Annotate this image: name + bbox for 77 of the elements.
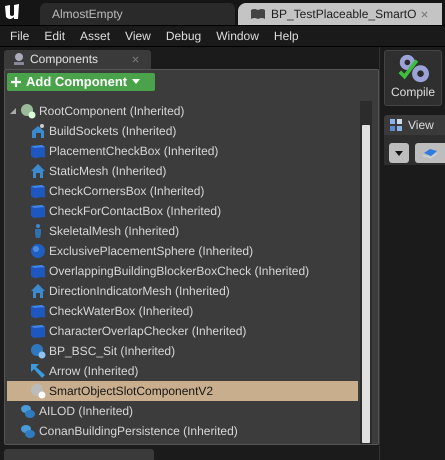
item-label: ConanBuildingPersistence (Inherited)	[39, 424, 238, 438]
arrow-icon	[30, 362, 46, 379]
tree-item[interactable]: Arrow (Inherited)	[7, 360, 358, 381]
cube-icon	[30, 322, 46, 339]
plus-icon	[11, 76, 21, 87]
item-label: Arrow (Inherited)	[49, 364, 138, 378]
house-icon	[30, 282, 46, 299]
panel-title: Components	[30, 52, 100, 66]
item-label: SmartObjectSlotComponentV2	[49, 384, 214, 398]
expand-arrow-icon[interactable]	[9, 106, 17, 115]
item-label: AILOD (Inherited)	[39, 404, 134, 418]
menu-item[interactable]: File	[4, 29, 38, 43]
panel-tab[interactable]	[4, 448, 154, 460]
item-label: PlacementCheckBox (Inherited)	[49, 144, 218, 158]
tree-item[interactable]: DirectionIndicatorMesh (Inherited)	[7, 280, 358, 301]
menu-item[interactable]: Asset	[74, 29, 120, 43]
item-label: CheckWaterBox (Inherited)	[49, 304, 194, 318]
item-label: SkeletalMesh (Inherited)	[49, 224, 180, 238]
item-label: ExclusivePlacementSphere (Inherited)	[49, 244, 254, 258]
item-label: DirectionIndicatorMesh (Inherited)	[49, 284, 230, 298]
cube-icon	[30, 142, 46, 159]
tree-item[interactable]: RootComponent (Inherited)	[7, 100, 358, 121]
item-label: BP_BSC_Sit (Inherited)	[49, 344, 176, 358]
tree-item[interactable]: ConanBuildingPersistence (Inherited)	[7, 420, 358, 441]
caret-icon	[395, 150, 403, 156]
grid-icon	[390, 119, 402, 131]
item-label: StaticMesh (Inherited)	[49, 164, 166, 178]
tree-item[interactable]: CheckCornersBox (Inherited)	[7, 180, 358, 201]
menu-item[interactable]: Window	[210, 29, 268, 43]
menu-item[interactable]: Debug	[160, 29, 210, 43]
close-icon[interactable]	[132, 56, 139, 63]
cube-icon	[30, 302, 46, 319]
sphere-icon	[20, 102, 36, 119]
tab-label: BP_TestPlaceable_SmartO	[271, 7, 416, 21]
dropdown-button[interactable]	[389, 143, 409, 163]
sphere-icon	[30, 242, 46, 259]
tree-item[interactable]: CharacterOverlapChecker (Inherited)	[7, 320, 358, 341]
tree-item[interactable]: AILOD (Inherited)	[7, 400, 358, 421]
tree-item[interactable]: StaticMesh (Inherited)	[7, 160, 358, 181]
tree-item[interactable]: ExclusivePlacementSphere (Inherited)	[7, 240, 358, 261]
menu-item[interactable]: Help	[268, 29, 308, 43]
item-label: CheckCornersBox (Inherited)	[49, 184, 204, 198]
house-icon	[30, 162, 46, 179]
sphere-icon	[30, 342, 46, 359]
sphere-icon	[30, 382, 46, 399]
cube-icon	[30, 262, 46, 279]
tree-item[interactable]: PlacementCheckBox (Inherited)	[7, 140, 358, 161]
item-label: CharacterOverlapChecker (Inherited)	[49, 324, 246, 338]
item-label: OverlappingBuildingBlockerBoxCheck (Inherited)	[49, 264, 310, 278]
compile-button[interactable]: Compile	[384, 50, 442, 106]
item-label: CheckForContactBox (Inherited)	[49, 204, 222, 218]
tree-item[interactable]: SmartObjectSlotComponentV2	[7, 380, 358, 401]
tree-item[interactable]: CheckWaterBox (Inherited)	[7, 300, 358, 321]
cube-icon	[30, 182, 46, 199]
component-icon	[20, 422, 36, 439]
book-icon	[250, 8, 266, 20]
component-icon	[12, 52, 26, 66]
tree-item[interactable]: CheckForContactBox (Inherited)	[7, 200, 358, 221]
viewport-tab[interactable]: View	[384, 115, 445, 135]
component-icon	[20, 402, 36, 419]
tab-label: AlmostEmpty	[52, 7, 123, 21]
cube-icon	[30, 202, 46, 219]
caret-icon	[132, 79, 140, 84]
tree-item[interactable]: BuildSockets (Inherited)	[7, 120, 358, 141]
tree-item[interactable]: BP_BSC_Sit (Inherited)	[7, 340, 358, 361]
engine-logo-icon[interactable]	[2, 2, 22, 22]
menu-item[interactable]: Edit	[38, 29, 74, 43]
tree-item[interactable]: OverlappingBuildingBlockerBoxCheck (Inherited)	[7, 260, 358, 281]
menu-item[interactable]: View	[119, 29, 160, 43]
item-label: BuildSockets (Inherited)	[49, 124, 176, 138]
scrollbar-thumb[interactable]	[362, 124, 370, 443]
document-tab[interactable]: AlmostEmpty	[40, 3, 235, 25]
document-tab[interactable]: BP_TestPlaceable_SmartO	[238, 3, 442, 25]
panel-tab[interactable]: Components	[4, 50, 151, 69]
item-label: RootComponent (Inherited)	[39, 104, 184, 118]
close-icon[interactable]	[421, 10, 428, 18]
tree-item[interactable]: SkeletalMesh (Inherited)	[7, 220, 358, 241]
